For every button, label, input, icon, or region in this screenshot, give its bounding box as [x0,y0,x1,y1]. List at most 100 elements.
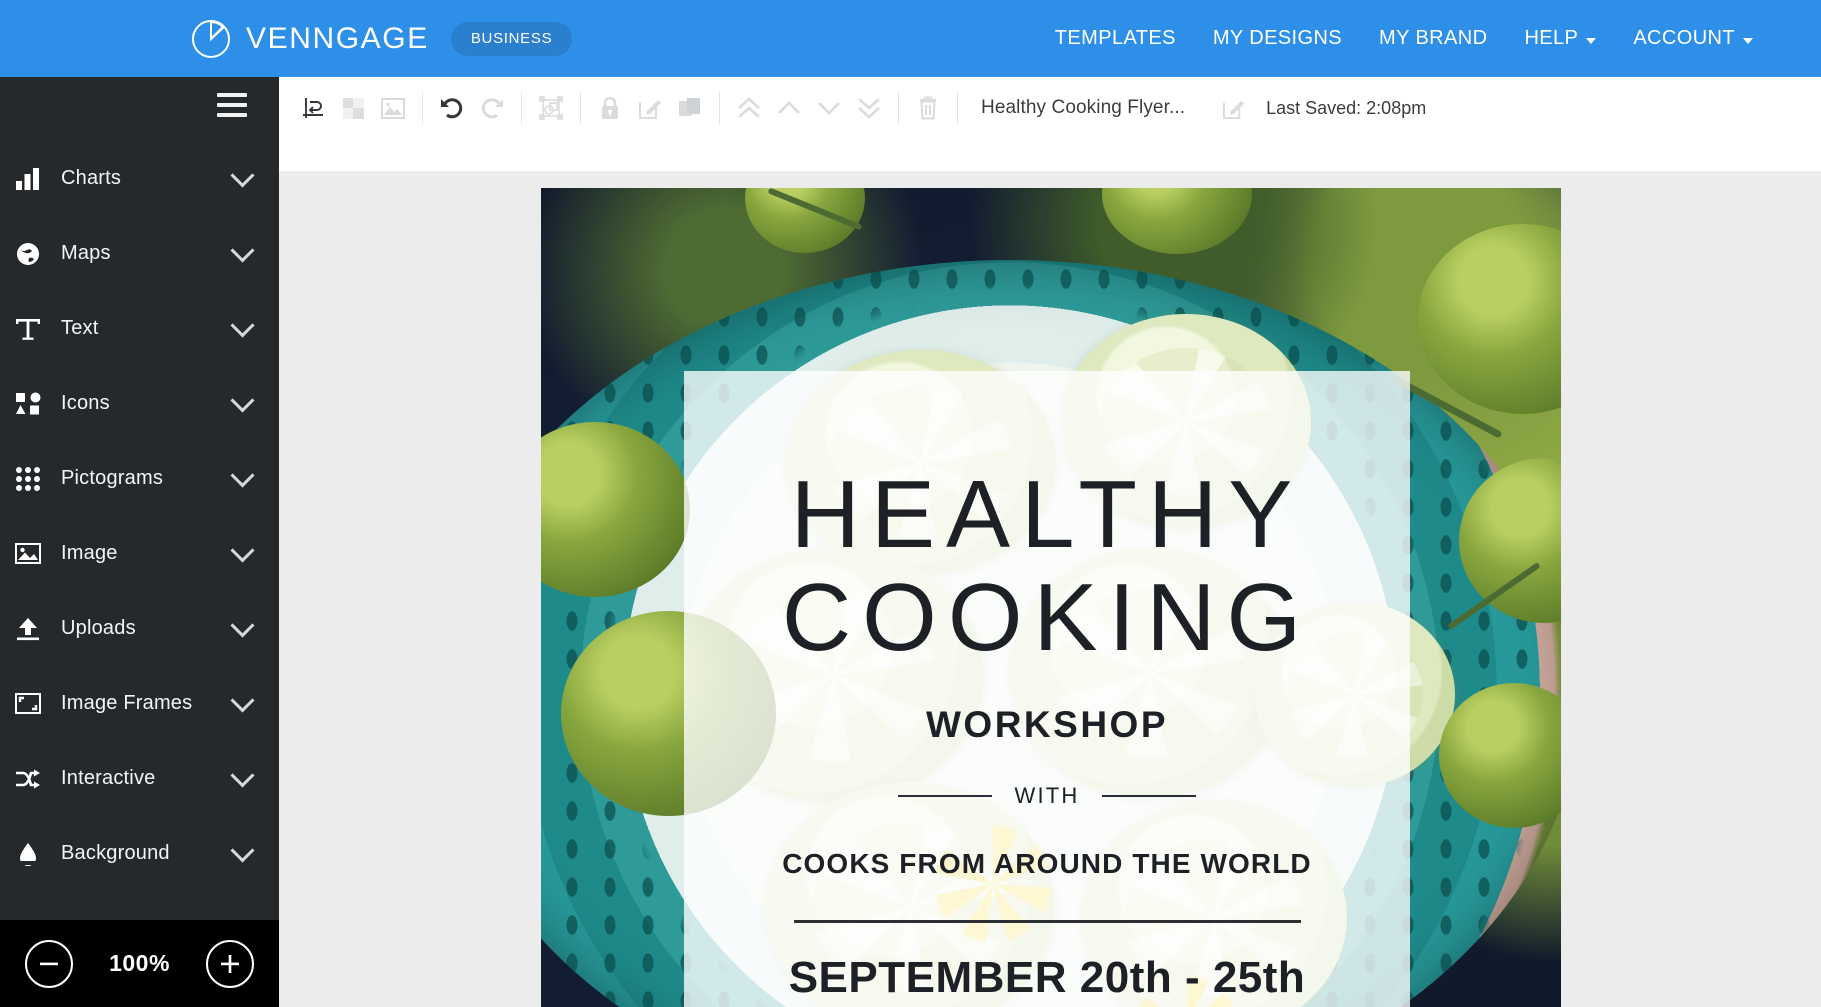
document-title[interactable]: Healthy Cooking Flyer... [981,97,1185,119]
sidebar-item-label: Charts [61,167,122,189]
chevron-down-icon[interactable] [230,763,255,788]
nav-link-label: TEMPLATES [1054,27,1176,49]
chevron-down-icon[interactable] [230,688,255,713]
nav-link-templates[interactable]: TEMPLATES [1055,27,1176,50]
sidebar-menu-list: Charts Maps Text Icons Pictograms Image … [0,133,279,891]
flyer-text-overlay-panel[interactable]: HEALTHY COOKING WORKSHOP WITH COOKS FROM… [684,371,1410,1007]
minus-icon [40,962,59,965]
group-icon[interactable] [531,88,571,128]
text-t-icon [11,316,45,342]
toolbar-separator [898,92,899,124]
chevron-down-icon[interactable] [230,538,255,563]
plus-icon [220,954,239,973]
chevron-down-icon[interactable] [230,613,255,638]
venngage-circle-logo-icon [190,18,232,60]
sidebar-item-label: Image [61,542,118,564]
divider-line-right [1101,795,1196,797]
toolbar-separator [719,92,720,124]
top-navigation-bar: VENNGAGE BUSINESS TEMPLATES MY DESIGNS M… [0,0,1821,77]
sidebar-item-label: Maps [61,242,111,264]
nav-link-label: HELP [1524,27,1579,49]
canvas-workspace[interactable]: HEALTHY COOKING WORKSHOP WITH COOKS FROM… [279,171,1821,1007]
flyer-design-canvas[interactable]: HEALTHY COOKING WORKSHOP WITH COOKS FROM… [541,188,1561,1007]
last-saved-label: Last Saved: 2:08pm [1266,97,1427,118]
toolbar-group-group [531,88,571,128]
chevron-down-icon[interactable] [230,838,255,863]
toolbar-group-object [590,88,710,128]
redo-icon[interactable] [472,88,512,128]
sidebar-item-label: Uploads [61,617,136,639]
sidebar-item-image[interactable]: Image [0,516,279,591]
flyer-subtitle[interactable]: WORKSHOP [926,704,1168,746]
divider-line-left [898,795,993,797]
sidebar-item-interactive[interactable]: Interactive [0,741,279,816]
toolbar-group-layer [729,88,889,128]
flyer-presenters[interactable]: COOKS FROM AROUND THE WORLD [782,848,1312,880]
sidebar-item-label: Background [61,842,170,864]
sidebar-item-label: Icons [61,392,110,414]
editor-toolbar: Healthy Cooking Flyer... Last Saved: 2:0… [279,77,1821,139]
duplicate-icon[interactable] [670,88,710,128]
chevron-down-icon[interactable] [230,163,255,188]
chevron-down-icon [1586,37,1597,44]
chevron-down-icon[interactable] [230,313,255,338]
toolbar-separator [580,92,581,124]
toolbar-separator [422,92,423,124]
picture-icon [11,543,45,564]
nav-link-help[interactable]: HELP [1524,27,1597,50]
sidebar-item-background[interactable]: Background [0,816,279,891]
nav-link-label: MY DESIGNS [1212,27,1343,49]
chevron-down-icon[interactable] [230,388,255,413]
zoom-control-bar: 100% [0,920,279,1007]
flyer-date[interactable]: SEPTEMBER 20th - 25th [789,953,1306,1003]
zoom-out-button[interactable] [25,939,74,988]
nav-link-label: ACCOUNT [1633,27,1735,49]
flyer-with-row: WITH [898,783,1196,809]
sidebar-item-uploads[interactable]: Uploads [0,591,279,666]
undo-icon[interactable] [432,88,472,128]
zoom-in-button[interactable] [205,939,254,988]
edit-icon[interactable] [630,88,670,128]
sidebar-item-maps[interactable]: Maps [0,216,279,291]
hamburger-menu-icon[interactable] [217,93,247,117]
brand-logo-group[interactable]: VENNGAGE BUSINESS [190,18,573,60]
sidebar-item-charts[interactable]: Charts [0,141,279,216]
move-down-icon[interactable] [809,88,849,128]
last-saved-group: Last Saved: 2:08pm [1213,88,1426,128]
crop-icon[interactable] [333,88,373,128]
globe-icon [11,242,45,266]
chevron-down-icon [1743,37,1753,44]
trash-icon[interactable] [908,88,948,128]
move-to-front-icon[interactable] [729,88,769,128]
align-icon[interactable] [293,88,333,128]
flyer-with-label[interactable]: WITH [1014,783,1079,809]
upload-arrow-icon [11,617,45,641]
frame-icon [11,693,45,714]
image-icon[interactable] [373,88,413,128]
nav-link-account[interactable]: ACCOUNT [1633,27,1753,50]
sidebar-item-pictograms[interactable]: Pictograms [0,441,279,516]
sidebar-item-label: Interactive [61,767,156,789]
sidebar-item-icons[interactable]: Icons [0,366,279,441]
move-to-back-icon[interactable] [849,88,889,128]
bar-chart-icon [11,167,45,190]
sidebar-item-image-frames[interactable]: Image Frames [0,666,279,741]
nav-link-my-designs[interactable]: MY DESIGNS [1213,27,1342,50]
nav-link-label: MY BRAND [1379,27,1488,49]
lock-icon[interactable] [590,88,630,128]
chevron-down-icon[interactable] [230,238,255,263]
plan-badge[interactable]: BUSINESS [450,21,573,56]
toolbar-separator [957,92,958,124]
sidebar-item-text[interactable]: Text [0,291,279,366]
sidebar-item-label: Image Frames [61,692,193,714]
shapes-icon [11,392,45,416]
rename-pencil-icon[interactable] [1213,88,1253,128]
move-up-icon[interactable] [769,88,809,128]
flyer-horizontal-rule [793,920,1301,923]
flyer-title[interactable]: HEALTHY COOKING [782,467,1312,666]
main-nav-links: TEMPLATES MY DESIGNS MY BRAND HELP ACCOU… [1055,27,1753,50]
flyer-title-line1: HEALTHY [790,461,1304,568]
chevron-down-icon[interactable] [230,463,255,488]
nav-link-my-brand[interactable]: MY BRAND [1379,27,1487,50]
sidebar-header [0,77,279,133]
